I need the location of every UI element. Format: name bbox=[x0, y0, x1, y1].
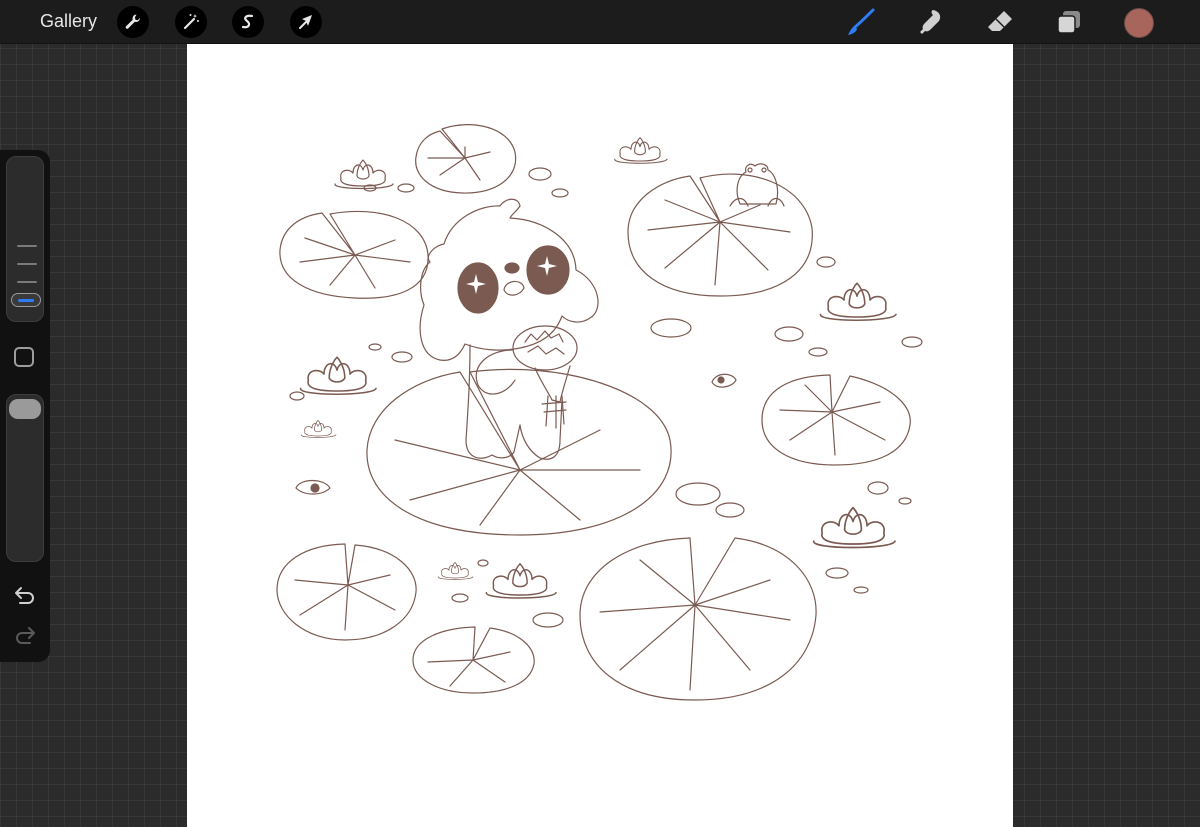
selection-button[interactable] bbox=[232, 6, 264, 38]
square-modify-icon[interactable] bbox=[14, 347, 34, 367]
actions-button[interactable] bbox=[117, 6, 149, 38]
slider-tick bbox=[17, 263, 37, 265]
canvas-artwork bbox=[276, 124, 923, 701]
eraser-icon bbox=[988, 11, 1012, 31]
redo-icon bbox=[16, 627, 35, 644]
brush-icon bbox=[848, 8, 875, 35]
gallery-button[interactable]: Gallery bbox=[40, 11, 97, 32]
water-lily bbox=[819, 282, 897, 322]
smudge-tool-button[interactable] bbox=[915, 7, 945, 37]
slider-tick bbox=[17, 245, 37, 247]
fish-eye bbox=[295, 479, 331, 495]
lily-pad bbox=[761, 374, 911, 466]
magic-wand-icon bbox=[183, 14, 199, 30]
transform-arrow-icon bbox=[299, 15, 312, 29]
lily-pad bbox=[412, 626, 535, 694]
lily-pad bbox=[366, 368, 672, 536]
brush-size-slider[interactable] bbox=[6, 156, 44, 322]
water-lily bbox=[334, 159, 394, 190]
color-picker-button[interactable] bbox=[1124, 8, 1154, 38]
fish-eye bbox=[711, 373, 737, 388]
puppy-character bbox=[419, 198, 599, 460]
water-lily bbox=[437, 562, 474, 580]
lily-pad bbox=[415, 124, 517, 194]
top-toolbar: Gallery bbox=[0, 0, 1200, 44]
slider-tick bbox=[17, 281, 37, 283]
smudge-icon bbox=[920, 10, 941, 34]
brush-size-handle[interactable] bbox=[11, 293, 41, 307]
water-lily bbox=[300, 420, 337, 438]
lily-pad bbox=[579, 537, 817, 701]
adjustments-button[interactable] bbox=[175, 6, 207, 38]
opacity-handle[interactable] bbox=[9, 399, 41, 419]
lily-pad bbox=[627, 173, 813, 297]
lily-pad bbox=[276, 543, 417, 641]
brush-tool-button[interactable] bbox=[846, 7, 876, 37]
layers-button[interactable] bbox=[1054, 7, 1084, 37]
undo-button[interactable] bbox=[12, 584, 38, 608]
transform-button[interactable] bbox=[290, 6, 322, 38]
lily-pad bbox=[279, 210, 429, 299]
frog bbox=[729, 163, 785, 207]
wrench-icon bbox=[125, 14, 140, 29]
water-lily bbox=[614, 137, 668, 164]
left-sidebar bbox=[0, 150, 50, 662]
layers-icon bbox=[1057, 11, 1080, 34]
undo-icon bbox=[15, 587, 34, 604]
opacity-slider[interactable] bbox=[6, 394, 44, 562]
eraser-tool-button[interactable] bbox=[985, 7, 1015, 37]
water-lily bbox=[812, 506, 896, 549]
water-lily bbox=[299, 356, 377, 396]
redo-button[interactable] bbox=[12, 624, 38, 648]
water-lily bbox=[485, 563, 557, 599]
drawing-canvas[interactable] bbox=[187, 44, 1013, 827]
selection-s-icon bbox=[241, 14, 254, 29]
